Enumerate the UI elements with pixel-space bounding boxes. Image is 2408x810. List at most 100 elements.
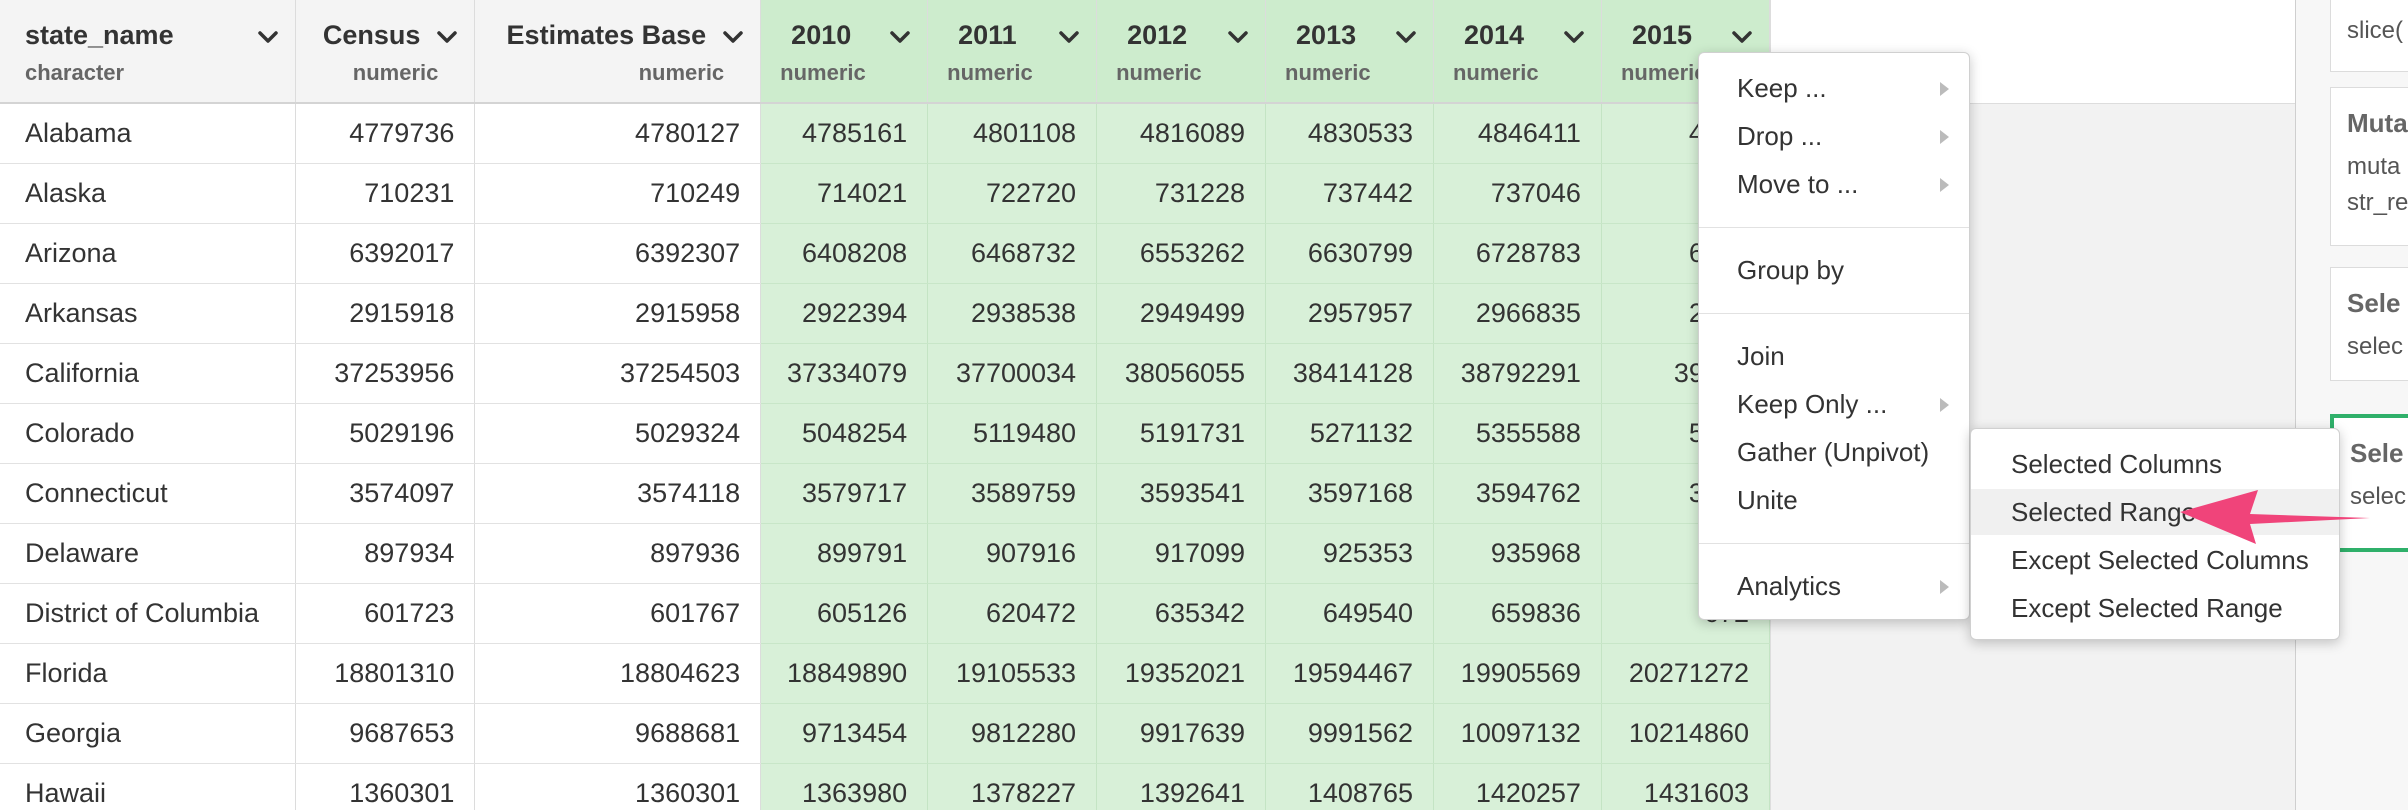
table-cell[interactable]: 18804623 bbox=[474, 643, 762, 704]
table-cell[interactable]: 5119480 bbox=[927, 403, 1098, 464]
table-cell[interactable]: 18849890 bbox=[760, 643, 929, 704]
table-cell[interactable]: 2922394 bbox=[760, 283, 929, 344]
table-cell[interactable]: 9687653 bbox=[295, 703, 476, 764]
table-cell[interactable]: 20271272 bbox=[1601, 643, 1770, 704]
table-cell[interactable]: 649540 bbox=[1265, 583, 1434, 644]
table-cell[interactable]: 19105533 bbox=[927, 643, 1098, 704]
table-cell[interactable]: 4780127 bbox=[474, 103, 762, 164]
table-cell[interactable]: 1360301 bbox=[474, 763, 762, 810]
table-cell[interactable]: 37700034 bbox=[927, 343, 1098, 404]
table-cell[interactable]: 4846411 bbox=[1433, 103, 1602, 164]
chevron-down-icon[interactable] bbox=[1056, 24, 1082, 50]
table-cell[interactable]: 897936 bbox=[474, 523, 762, 584]
table-cell[interactable]: 6392017 bbox=[295, 223, 476, 284]
table-cell[interactable]: 6728783 bbox=[1433, 223, 1602, 284]
table-cell[interactable]: 5029196 bbox=[295, 403, 476, 464]
chevron-down-icon[interactable] bbox=[434, 24, 460, 50]
table-cell[interactable]: 917099 bbox=[1096, 523, 1267, 584]
chevron-down-icon[interactable] bbox=[255, 24, 281, 50]
table-cell[interactable]: 601723 bbox=[295, 583, 476, 644]
table-cell[interactable]: 9991562 bbox=[1265, 703, 1434, 764]
table-cell[interactable]: 722720 bbox=[927, 163, 1098, 224]
table-cell[interactable]: 5191731 bbox=[1096, 403, 1267, 464]
column-header[interactable]: Estimates Base numeric bbox=[474, 0, 762, 104]
table-cell[interactable]: District of Columbia bbox=[0, 583, 297, 644]
table-cell[interactable]: 2915918 bbox=[295, 283, 476, 344]
table-cell[interactable]: 2938538 bbox=[927, 283, 1098, 344]
table-cell[interactable]: 19905569 bbox=[1433, 643, 1602, 704]
column-header[interactable]: 2010 numeric bbox=[760, 0, 929, 104]
table-cell[interactable]: 9917639 bbox=[1096, 703, 1267, 764]
table-cell[interactable]: 737442 bbox=[1265, 163, 1434, 224]
table-cell[interactable]: 1431603 bbox=[1601, 763, 1770, 810]
table-cell[interactable]: 38792291 bbox=[1433, 343, 1602, 404]
table-cell[interactable]: 6392307 bbox=[474, 223, 762, 284]
table-cell[interactable]: 907916 bbox=[927, 523, 1098, 584]
table-cell[interactable]: 897934 bbox=[295, 523, 476, 584]
table-cell[interactable]: 19594467 bbox=[1265, 643, 1434, 704]
table-cell[interactable]: 4816089 bbox=[1096, 103, 1267, 164]
table-cell[interactable]: 935968 bbox=[1433, 523, 1602, 584]
column-header[interactable]: 2014 numeric bbox=[1433, 0, 1602, 104]
menu-item-unite[interactable]: Unite bbox=[1699, 477, 1969, 523]
table-cell[interactable]: Arkansas bbox=[0, 283, 297, 344]
table-cell[interactable]: 659836 bbox=[1433, 583, 1602, 644]
column-header[interactable]: Census numeric bbox=[295, 0, 476, 104]
table-cell[interactable]: 6408208 bbox=[760, 223, 929, 284]
table-cell[interactable]: 3594762 bbox=[1433, 463, 1602, 524]
table-cell[interactable]: 6468732 bbox=[927, 223, 1098, 284]
chevron-down-icon[interactable] bbox=[887, 24, 913, 50]
table-cell[interactable]: 1392641 bbox=[1096, 763, 1267, 810]
table-cell[interactable]: 9812280 bbox=[927, 703, 1098, 764]
table-cell[interactable]: 38056055 bbox=[1096, 343, 1267, 404]
table-cell[interactable]: 5271132 bbox=[1265, 403, 1434, 464]
table-cell[interactable]: Colorado bbox=[0, 403, 297, 464]
table-cell[interactable]: 3589759 bbox=[927, 463, 1098, 524]
menu-item-analytics[interactable]: Analytics bbox=[1699, 563, 1969, 609]
table-cell[interactable]: 635342 bbox=[1096, 583, 1267, 644]
menu-item-move-to[interactable]: Move to ... bbox=[1699, 161, 1969, 207]
menu-item-gather[interactable]: Gather (Unpivot) bbox=[1699, 429, 1969, 475]
column-header[interactable]: 2011 numeric bbox=[927, 0, 1098, 104]
table-cell[interactable]: 2957957 bbox=[1265, 283, 1434, 344]
table-cell[interactable]: 38414128 bbox=[1265, 343, 1434, 404]
table-cell[interactable]: Delaware bbox=[0, 523, 297, 584]
table-cell[interactable]: 3597168 bbox=[1265, 463, 1434, 524]
table-cell[interactable]: 37253956 bbox=[295, 343, 476, 404]
table-cell[interactable]: 1363980 bbox=[760, 763, 929, 810]
table-cell[interactable]: 1408765 bbox=[1265, 763, 1434, 810]
table-cell[interactable]: 4830533 bbox=[1265, 103, 1434, 164]
table-cell[interactable]: 1360301 bbox=[295, 763, 476, 810]
table-cell[interactable]: 37254503 bbox=[474, 343, 762, 404]
table-cell[interactable]: 3574118 bbox=[474, 463, 762, 524]
table-cell[interactable]: 10214860 bbox=[1601, 703, 1770, 764]
table-cell[interactable]: 1378227 bbox=[927, 763, 1098, 810]
table-cell[interactable]: Florida bbox=[0, 643, 297, 704]
menu-item-group-by[interactable]: Group by bbox=[1699, 247, 1969, 293]
table-cell[interactable]: 731228 bbox=[1096, 163, 1267, 224]
table-cell[interactable]: 9713454 bbox=[760, 703, 929, 764]
table-cell[interactable]: 710231 bbox=[295, 163, 476, 224]
table-cell[interactable]: 5355588 bbox=[1433, 403, 1602, 464]
table-cell[interactable]: California bbox=[0, 343, 297, 404]
table-cell[interactable]: 3593541 bbox=[1096, 463, 1267, 524]
step-card-mutate[interactable]: Muta muta str_re bbox=[2330, 87, 2408, 246]
step-card-select[interactable]: Sele selec bbox=[2330, 267, 2408, 381]
menu-item-keep[interactable]: Keep ... bbox=[1699, 65, 1969, 111]
table-cell[interactable]: 601767 bbox=[474, 583, 762, 644]
chevron-down-icon[interactable] bbox=[1393, 24, 1419, 50]
table-cell[interactable]: 714021 bbox=[760, 163, 929, 224]
table-cell[interactable]: 2915958 bbox=[474, 283, 762, 344]
table-cell[interactable]: 3574097 bbox=[295, 463, 476, 524]
table-cell[interactable]: 710249 bbox=[474, 163, 762, 224]
table-cell[interactable]: Arizona bbox=[0, 223, 297, 284]
table-cell[interactable]: 605126 bbox=[760, 583, 929, 644]
table-cell[interactable]: 2949499 bbox=[1096, 283, 1267, 344]
column-header[interactable]: 2013 numeric bbox=[1265, 0, 1434, 104]
menu-item-join[interactable]: Join bbox=[1699, 333, 1969, 379]
table-cell[interactable]: 1420257 bbox=[1433, 763, 1602, 810]
table-cell[interactable]: 10097132 bbox=[1433, 703, 1602, 764]
table-cell[interactable]: 3579717 bbox=[760, 463, 929, 524]
table-cell[interactable]: 737046 bbox=[1433, 163, 1602, 224]
submenu-item-except-selected-range[interactable]: Except Selected Range bbox=[1971, 585, 2339, 631]
